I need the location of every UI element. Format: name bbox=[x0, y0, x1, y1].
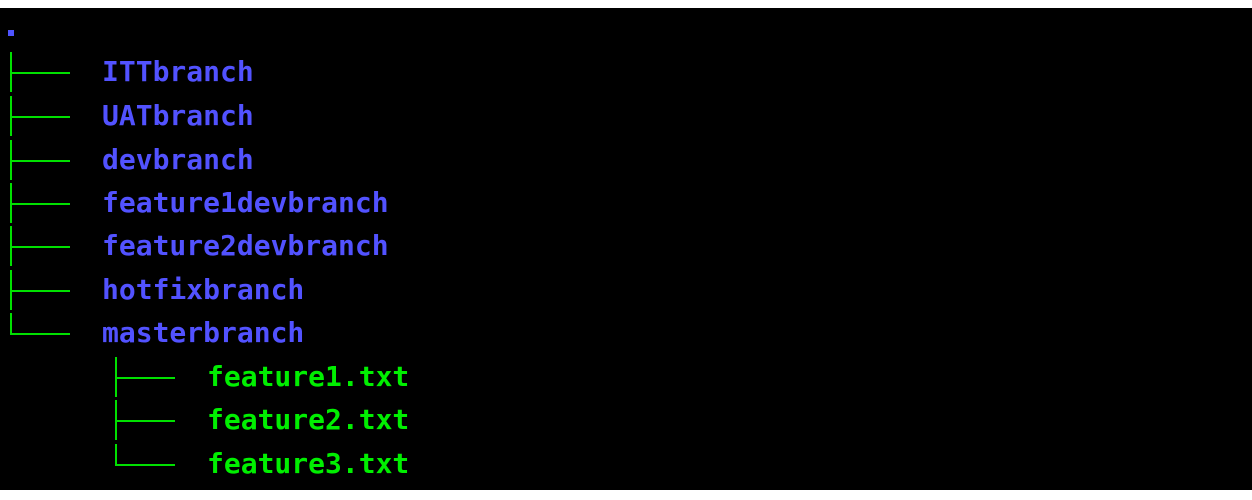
tree-branch-connector bbox=[0, 140, 86, 180]
tree-branch-connector bbox=[105, 357, 191, 397]
directory-name: masterbranch bbox=[102, 316, 305, 349]
tree-row-file: feature3.txt bbox=[105, 444, 409, 484]
directory-name: feature1devbranch bbox=[102, 186, 389, 219]
tree-row-directory: UATbranch bbox=[0, 96, 254, 136]
tree-branch-connector-last bbox=[0, 313, 86, 353]
tree-root-dot bbox=[8, 30, 14, 36]
tree-row-file: feature2.txt bbox=[105, 400, 409, 440]
file-name: feature2.txt bbox=[207, 403, 410, 436]
tree-branch-connector bbox=[0, 270, 86, 310]
tree-row-directory: feature1devbranch bbox=[0, 183, 389, 223]
directory-name: devbranch bbox=[102, 143, 254, 176]
tree-row-directory: masterbranch bbox=[0, 313, 304, 353]
tree-branch-connector bbox=[0, 96, 86, 136]
directory-name: feature2devbranch bbox=[102, 229, 389, 262]
tree-branch-connector bbox=[105, 400, 191, 440]
directory-name: hotfixbranch bbox=[102, 273, 305, 306]
tree-branch-connector bbox=[0, 183, 86, 223]
directory-name: UATbranch bbox=[102, 99, 254, 132]
tree-row-directory: ITTbranch bbox=[0, 52, 254, 92]
tree-branch-connector bbox=[0, 226, 86, 266]
file-name: feature1.txt bbox=[207, 360, 410, 393]
tree-row-directory: hotfixbranch bbox=[0, 270, 304, 310]
tree-row-directory: feature2devbranch bbox=[0, 226, 389, 266]
tree-branch-connector-last bbox=[105, 444, 191, 484]
tree-branch-connector bbox=[0, 52, 86, 92]
file-name: feature3.txt bbox=[207, 447, 410, 480]
tree-row-directory: devbranch bbox=[0, 140, 254, 180]
tree-row-file: feature1.txt bbox=[105, 357, 409, 397]
directory-name: ITTbranch bbox=[102, 55, 254, 88]
terminal-window: ITTbranch UATbranch devbranch feature1de… bbox=[0, 8, 1252, 490]
